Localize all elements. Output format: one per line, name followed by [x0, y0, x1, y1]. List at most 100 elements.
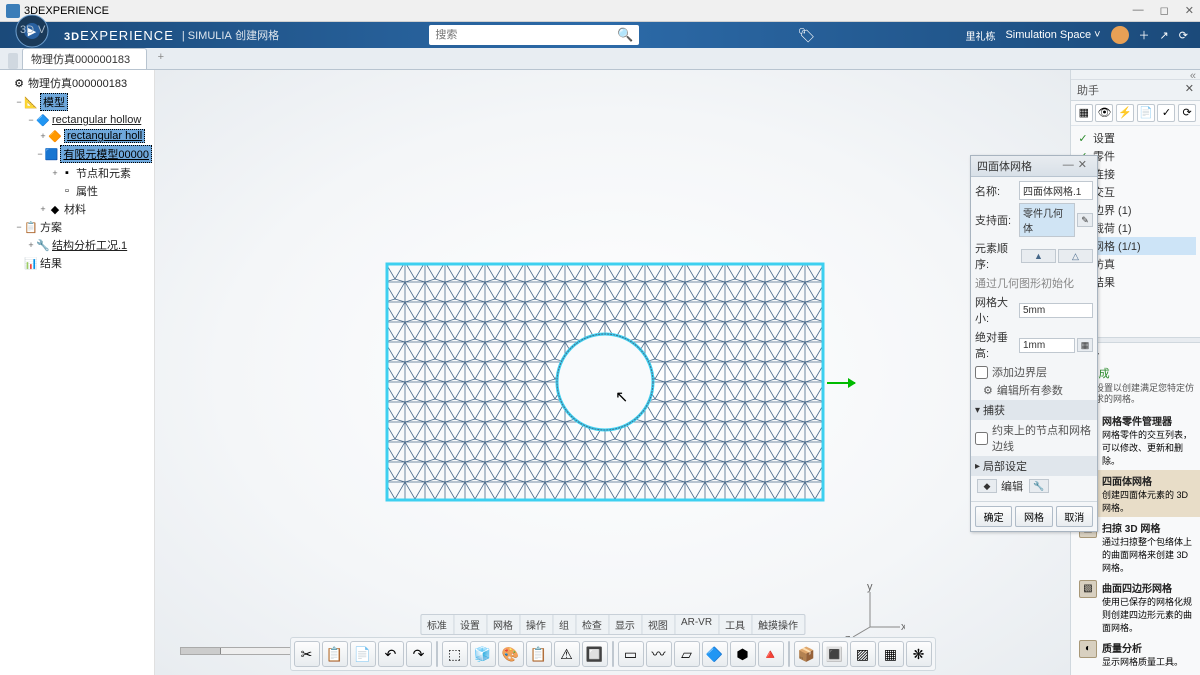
action-tab[interactable]: 显示 [609, 615, 642, 634]
action-tab[interactable]: 视图 [642, 615, 675, 634]
action-tabs[interactable]: 标准设置网格操作组检查显示视图AR-VR工具触摸操作 [420, 614, 805, 635]
toolbar-button[interactable] [612, 641, 614, 667]
ok-button[interactable]: 确定 [975, 506, 1012, 527]
tag-icon[interactable]: 🏷 [798, 27, 816, 44]
action-tab[interactable]: 组 [553, 615, 576, 634]
toolbar-button[interactable]: 🎨 [498, 641, 524, 667]
tree-item[interactable]: +🔶rectangular holl [2, 128, 152, 144]
support-pick-icon[interactable]: ✎ [1077, 213, 1093, 227]
local-spec-icon[interactable]: ◆ [977, 479, 997, 493]
boundary-layer-checkbox[interactable] [975, 366, 988, 379]
tree-item[interactable]: −📐模型 [2, 92, 152, 112]
toolbar-button[interactable]: ⬚ [442, 641, 468, 667]
tree-item[interactable]: +◆材料 [2, 200, 152, 218]
order-quad-icon[interactable]: △ [1058, 249, 1093, 263]
tree-item[interactable]: +🔧结构分析工况.1 [2, 236, 152, 254]
toolbar-button[interactable]: 📄 [350, 641, 376, 667]
toolbar-button[interactable]: 🔲 [582, 641, 608, 667]
viewport[interactable]: ↖ y x z ◢ 1 标准设置网格操作组检查显示视图AR-VR工具触摸操作 ✂… [155, 70, 1070, 675]
edit-params-label[interactable]: 编辑所有参数 [997, 382, 1063, 398]
toolbar-button[interactable] [788, 641, 790, 667]
toolbar-button[interactable]: ▨ [850, 641, 876, 667]
action-tab[interactable]: 设置 [454, 615, 487, 634]
toolbar-button[interactable]: ❋ [906, 641, 932, 667]
assistant-close-icon[interactable]: ✕ [1185, 82, 1194, 98]
toolbar-button[interactable]: 📋 [526, 641, 552, 667]
add-icon[interactable]: ＋ [1139, 27, 1150, 43]
share-icon[interactable]: ↗ [1160, 29, 1169, 42]
toolbar-button[interactable]: ▭ [618, 641, 644, 667]
toolbar-button[interactable]: 〰 [646, 641, 672, 667]
assistant-collapse-icon[interactable]: « [1071, 70, 1200, 80]
toolbar-button[interactable]: ▱ [674, 641, 700, 667]
tree-item[interactable]: −📋方案 [2, 218, 152, 236]
action-tab[interactable]: AR-VR [675, 615, 719, 634]
search-icon[interactable]: 🔍 [617, 27, 633, 43]
toolbar-button[interactable]: 🔳 [822, 641, 848, 667]
toolbar-button[interactable]: 📋 [322, 641, 348, 667]
size-field[interactable]: 5mm [1019, 303, 1093, 318]
mesh-button[interactable]: 网格 [1015, 506, 1052, 527]
tree-item[interactable]: −🟦有限元模型00000 [2, 144, 152, 164]
maximize-icon[interactable]: ◻ [1160, 4, 1169, 17]
panel-close-icon[interactable]: ✕ [1078, 159, 1091, 171]
window-controls[interactable]: — ◻ ✕ [1133, 4, 1194, 17]
toolbar-button[interactable]: 📦 [794, 641, 820, 667]
minimize-icon[interactable]: — [1133, 4, 1144, 17]
local-section[interactable]: ▸ 局部设定 [971, 456, 1097, 476]
panel-min-icon[interactable]: — [1063, 159, 1078, 171]
eye-icon[interactable]: 👁 [1095, 104, 1113, 122]
timeline-slider[interactable] [180, 647, 300, 655]
new-tab-icon[interactable]: + [158, 51, 164, 63]
sag-opts-icon[interactable]: ▦ [1077, 338, 1093, 352]
cancel-button[interactable]: 取消 [1056, 506, 1093, 527]
tree-item[interactable]: +▪节点和元素 [2, 164, 152, 182]
tree-item[interactable]: ▫属性 [2, 182, 152, 200]
tree-item[interactable]: ⚙物理仿真000000183 [2, 74, 152, 92]
assistant-toolbar[interactable]: ▦ 👁 ⚡ 📄 ✓ ⟳ [1071, 101, 1200, 126]
order-linear-icon[interactable]: ▲ [1021, 249, 1056, 263]
close-icon[interactable]: ✕ [1185, 4, 1194, 17]
toolbar-button[interactable]: ✂ [294, 641, 320, 667]
action-tab[interactable]: 操作 [520, 615, 553, 634]
toolbar-button[interactable]: 🔺 [758, 641, 784, 667]
search-input[interactable] [435, 29, 617, 41]
toolbar-button[interactable]: ↶ [378, 641, 404, 667]
toolbar-button[interactable]: 🧊 [470, 641, 496, 667]
home-icon[interactable]: ⟳ [1179, 29, 1188, 42]
space-label[interactable]: Simulation Space ˅ [1005, 29, 1100, 41]
refresh-icon[interactable]: ⟳ [1178, 104, 1196, 122]
diag-icon[interactable]: ⚡ [1116, 104, 1134, 122]
bottom-toolbar[interactable]: ✂📋📄↶↷⬚🧊🎨📋⚠🔲▭〰▱🔷⬢🔺📦🔳▨▦❋ [290, 637, 936, 671]
capture-section[interactable]: ▾ 捕获 [971, 400, 1097, 420]
check-icon[interactable]: ✓ [1157, 104, 1175, 122]
check-row[interactable]: ✓设置 [1075, 129, 1196, 147]
report-icon[interactable]: 📄 [1137, 104, 1155, 122]
grid-icon[interactable]: ▦ [1075, 104, 1093, 122]
document-tab[interactable]: 物理仿真000000183 + [22, 48, 147, 69]
sag-field[interactable]: 1mm [1019, 338, 1075, 353]
avatar[interactable] [1111, 26, 1129, 44]
toolbar-button[interactable]: ⚠ [554, 641, 580, 667]
support-field[interactable]: 零件几何体 [1019, 203, 1075, 237]
toolbar-button[interactable]: ↷ [406, 641, 432, 667]
toolbar-button[interactable]: 🔷 [702, 641, 728, 667]
gear-icon[interactable]: ⚙ [983, 384, 993, 397]
command-item[interactable]: ▧曲面四边形网格使用已保存的网格化规则创建四边形元素的曲面网格。 [1077, 577, 1194, 637]
search-box[interactable]: 🔍 [429, 25, 639, 45]
action-tab[interactable]: 检查 [576, 615, 609, 634]
action-tab[interactable]: 标准 [421, 615, 454, 634]
name-field[interactable]: 四面体网格.1 [1019, 181, 1093, 200]
tab-handle[interactable] [8, 53, 18, 69]
action-tab[interactable]: 网格 [487, 615, 520, 634]
tree-item[interactable]: −🔷rectangular hollow [2, 112, 152, 128]
panel-header[interactable]: 四面体网格 —✕ [971, 156, 1097, 177]
toolbar-button[interactable]: ▦ [878, 641, 904, 667]
compass-icon[interactable]: ▶3DV [12, 11, 52, 51]
action-tab[interactable]: 触摸操作 [752, 615, 804, 634]
local-edit-icon[interactable]: 🔧 [1029, 479, 1049, 493]
view-triad[interactable]: y x z [845, 582, 905, 645]
toolbar-button[interactable]: ⬢ [730, 641, 756, 667]
command-item[interactable]: ◐质量分析显示网格质量工具。 [1077, 637, 1194, 671]
capture-checkbox[interactable] [975, 432, 988, 445]
